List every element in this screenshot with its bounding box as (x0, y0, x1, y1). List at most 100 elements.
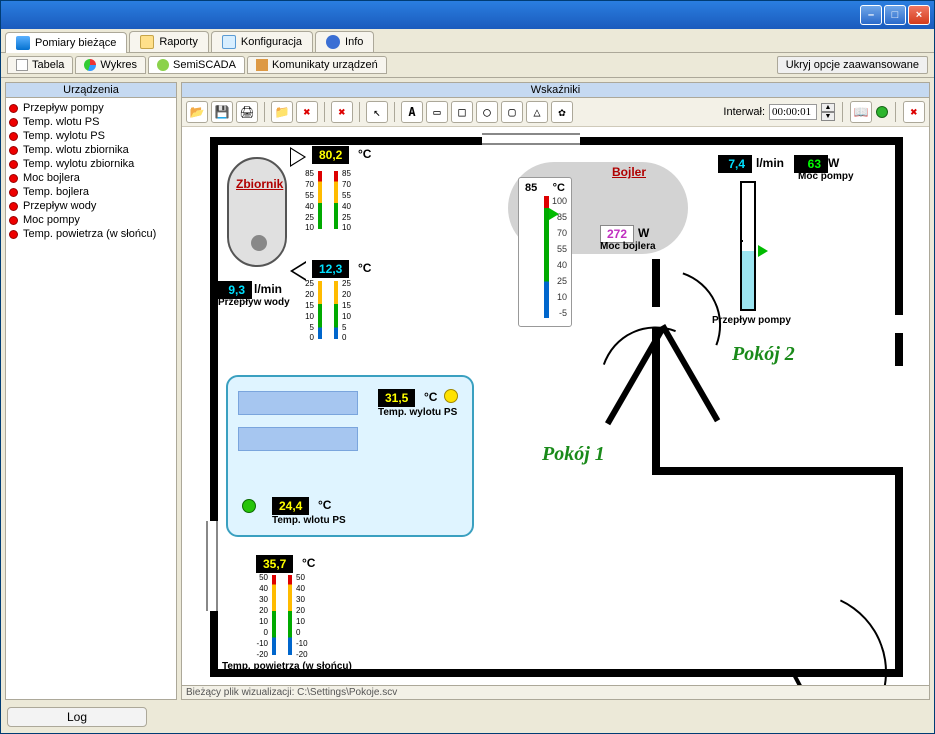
square-tool-button[interactable]: □ (451, 101, 473, 123)
boiler-power-unit: W (638, 226, 649, 240)
subtab-label: Komunikaty urządzeń (272, 59, 378, 71)
status-dot-icon (9, 146, 18, 155)
led-yellow-icon (444, 389, 458, 403)
book-icon: 📖 (854, 105, 869, 119)
text-tool-button[interactable]: A (401, 101, 423, 123)
water-flow-label: Przepływ wody (218, 297, 290, 308)
window-top (482, 133, 580, 145)
text-icon: A (408, 105, 415, 119)
cursor-button[interactable]: ↖ (366, 101, 388, 123)
device-label: Temp. bojlera (23, 186, 89, 198)
delete-button[interactable]: ✖ (296, 101, 318, 123)
save-button[interactable]: 💾 (211, 101, 233, 123)
subtab-label: SemiSCADA (173, 59, 236, 71)
device-item[interactable]: Przepływ wody (9, 199, 173, 213)
led-green-icon (242, 499, 256, 513)
boiler-thermometer: 85 °C 100 85 70 55 40 25 10 -5 (518, 177, 572, 327)
delete-icon: ✖ (303, 105, 310, 119)
tab-info[interactable]: Info (315, 31, 374, 52)
subtab-tabela[interactable]: Tabela (7, 56, 73, 74)
device-item[interactable]: Przepływ pompy (9, 101, 173, 115)
gear-button[interactable]: ✿ (551, 101, 573, 123)
device-item[interactable]: Temp. wylotu PS (9, 129, 173, 143)
main-tabs: Pomiary bieżące Raporty Konfiguracja Inf… (1, 29, 934, 53)
status-prefix: Bieżący plik wizualizacji: (186, 687, 294, 698)
hide-advanced-button[interactable]: Ukryj opcje zaawansowane (777, 56, 928, 74)
status-dot-icon (9, 202, 18, 211)
book-button[interactable]: 📖 (850, 101, 872, 123)
print-button[interactable]: 🖨 (236, 101, 258, 123)
ellipse-tool-button[interactable]: ◯ (476, 101, 498, 123)
viz-title: Wskaźniki (182, 83, 929, 98)
tab-konfiguracja[interactable]: Konfiguracja (211, 31, 313, 52)
pump-flow-readout: 7,4 (718, 155, 752, 173)
air-temp-label: Temp. powietrza (w słońcu) (222, 661, 352, 672)
sub-tabs: Tabela Wykres SemiSCADA Komunikaty urząd… (1, 53, 934, 78)
status-dot-icon (9, 174, 18, 183)
device-item[interactable]: Temp. wlotu zbiornika (9, 143, 173, 157)
pump-power-unit: W (828, 156, 839, 170)
step-down-icon: ▼ (821, 112, 835, 121)
ps-in-label: Temp. wlotu PS (272, 515, 346, 526)
status-dot-icon (9, 216, 18, 225)
triangle-tool-button[interactable]: △ (526, 101, 548, 123)
clear-icon: ✖ (338, 105, 345, 119)
air-temp-readout: 35,7 (256, 555, 293, 573)
interval-input[interactable] (769, 104, 817, 120)
close-button[interactable]: × (908, 5, 930, 25)
device-item[interactable]: Moc bojlera (9, 171, 173, 185)
viz-canvas[interactable]: Zbiornik 80,2 °C 85 70 55 40 25 10 85 70 (182, 127, 929, 685)
device-item[interactable]: Temp. powietrza (w słońcu) (9, 227, 173, 241)
open-file-button[interactable]: 📂 (186, 101, 208, 123)
status-dot-icon (9, 160, 18, 169)
maximize-button[interactable]: □ (884, 5, 906, 25)
ps-in-readout: 24,4 (272, 497, 309, 515)
log-button[interactable]: Log (7, 707, 147, 727)
open-folder-button[interactable]: 📁 (271, 101, 293, 123)
roundrect-tool-button[interactable]: ▢ (501, 101, 523, 123)
folder-open-icon: 📂 (190, 105, 205, 119)
device-item[interactable]: Temp. bojlera (9, 185, 173, 199)
tank-label: Zbiornik (236, 177, 283, 191)
rect-tool-button[interactable]: ▭ (426, 101, 448, 123)
interval-stepper[interactable]: ▲ ▼ (821, 103, 835, 121)
tank-shape (227, 157, 287, 267)
tank-in-readout: 12,3 (312, 260, 349, 278)
tab-pomiary[interactable]: Pomiary bieżące (5, 32, 127, 53)
tab-label: Info (345, 36, 363, 48)
device-item[interactable]: Temp. wlotu PS (9, 115, 173, 129)
minimize-button[interactable]: – (860, 5, 882, 25)
tab-label: Raporty (159, 36, 198, 48)
ellipse-icon: ◯ (483, 105, 490, 119)
pump-flow-bar (740, 181, 756, 311)
room2-label: Pokój 2 (732, 343, 795, 366)
ps-out-label: Temp. wylotu PS (378, 407, 457, 418)
status-dot-icon (9, 230, 18, 239)
device-item[interactable]: Moc pompy (9, 213, 173, 227)
step-up-icon: ▲ (821, 103, 835, 112)
device-label: Przepływ wody (23, 200, 96, 212)
clear-button[interactable]: ✖ (331, 101, 353, 123)
subtab-wykres[interactable]: Wykres (75, 56, 146, 74)
device-label: Moc pompy (23, 214, 80, 226)
gear-icon: ✿ (558, 105, 565, 119)
device-item[interactable]: Temp. wylotu zbiornika (9, 157, 173, 171)
status-dot-icon (9, 188, 18, 197)
ps-out-unit: °C (424, 390, 437, 404)
printer-icon: 🖨 (239, 105, 254, 119)
device-label: Przepływ pompy (23, 102, 104, 114)
air-temp-unit: °C (302, 556, 315, 570)
tab-label: Konfiguracja (241, 36, 302, 48)
status-dot-icon (9, 132, 18, 141)
ps-out-readout: 31,5 (378, 389, 415, 407)
tab-raporty[interactable]: Raporty (129, 31, 209, 52)
subtab-label: Wykres (100, 59, 137, 71)
subtab-semiscada[interactable]: SemiSCADA (148, 56, 245, 74)
disconnect-button[interactable]: ✖ (903, 101, 925, 123)
subtab-label: Tabela (32, 59, 64, 71)
subtab-komunikaty[interactable]: Komunikaty urządzeń (247, 56, 387, 74)
status-dot-icon (9, 118, 18, 127)
triangle-icon: △ (533, 105, 540, 119)
pump-power-label: Moc pompy (798, 171, 854, 182)
tank-in-unit: °C (358, 261, 371, 275)
